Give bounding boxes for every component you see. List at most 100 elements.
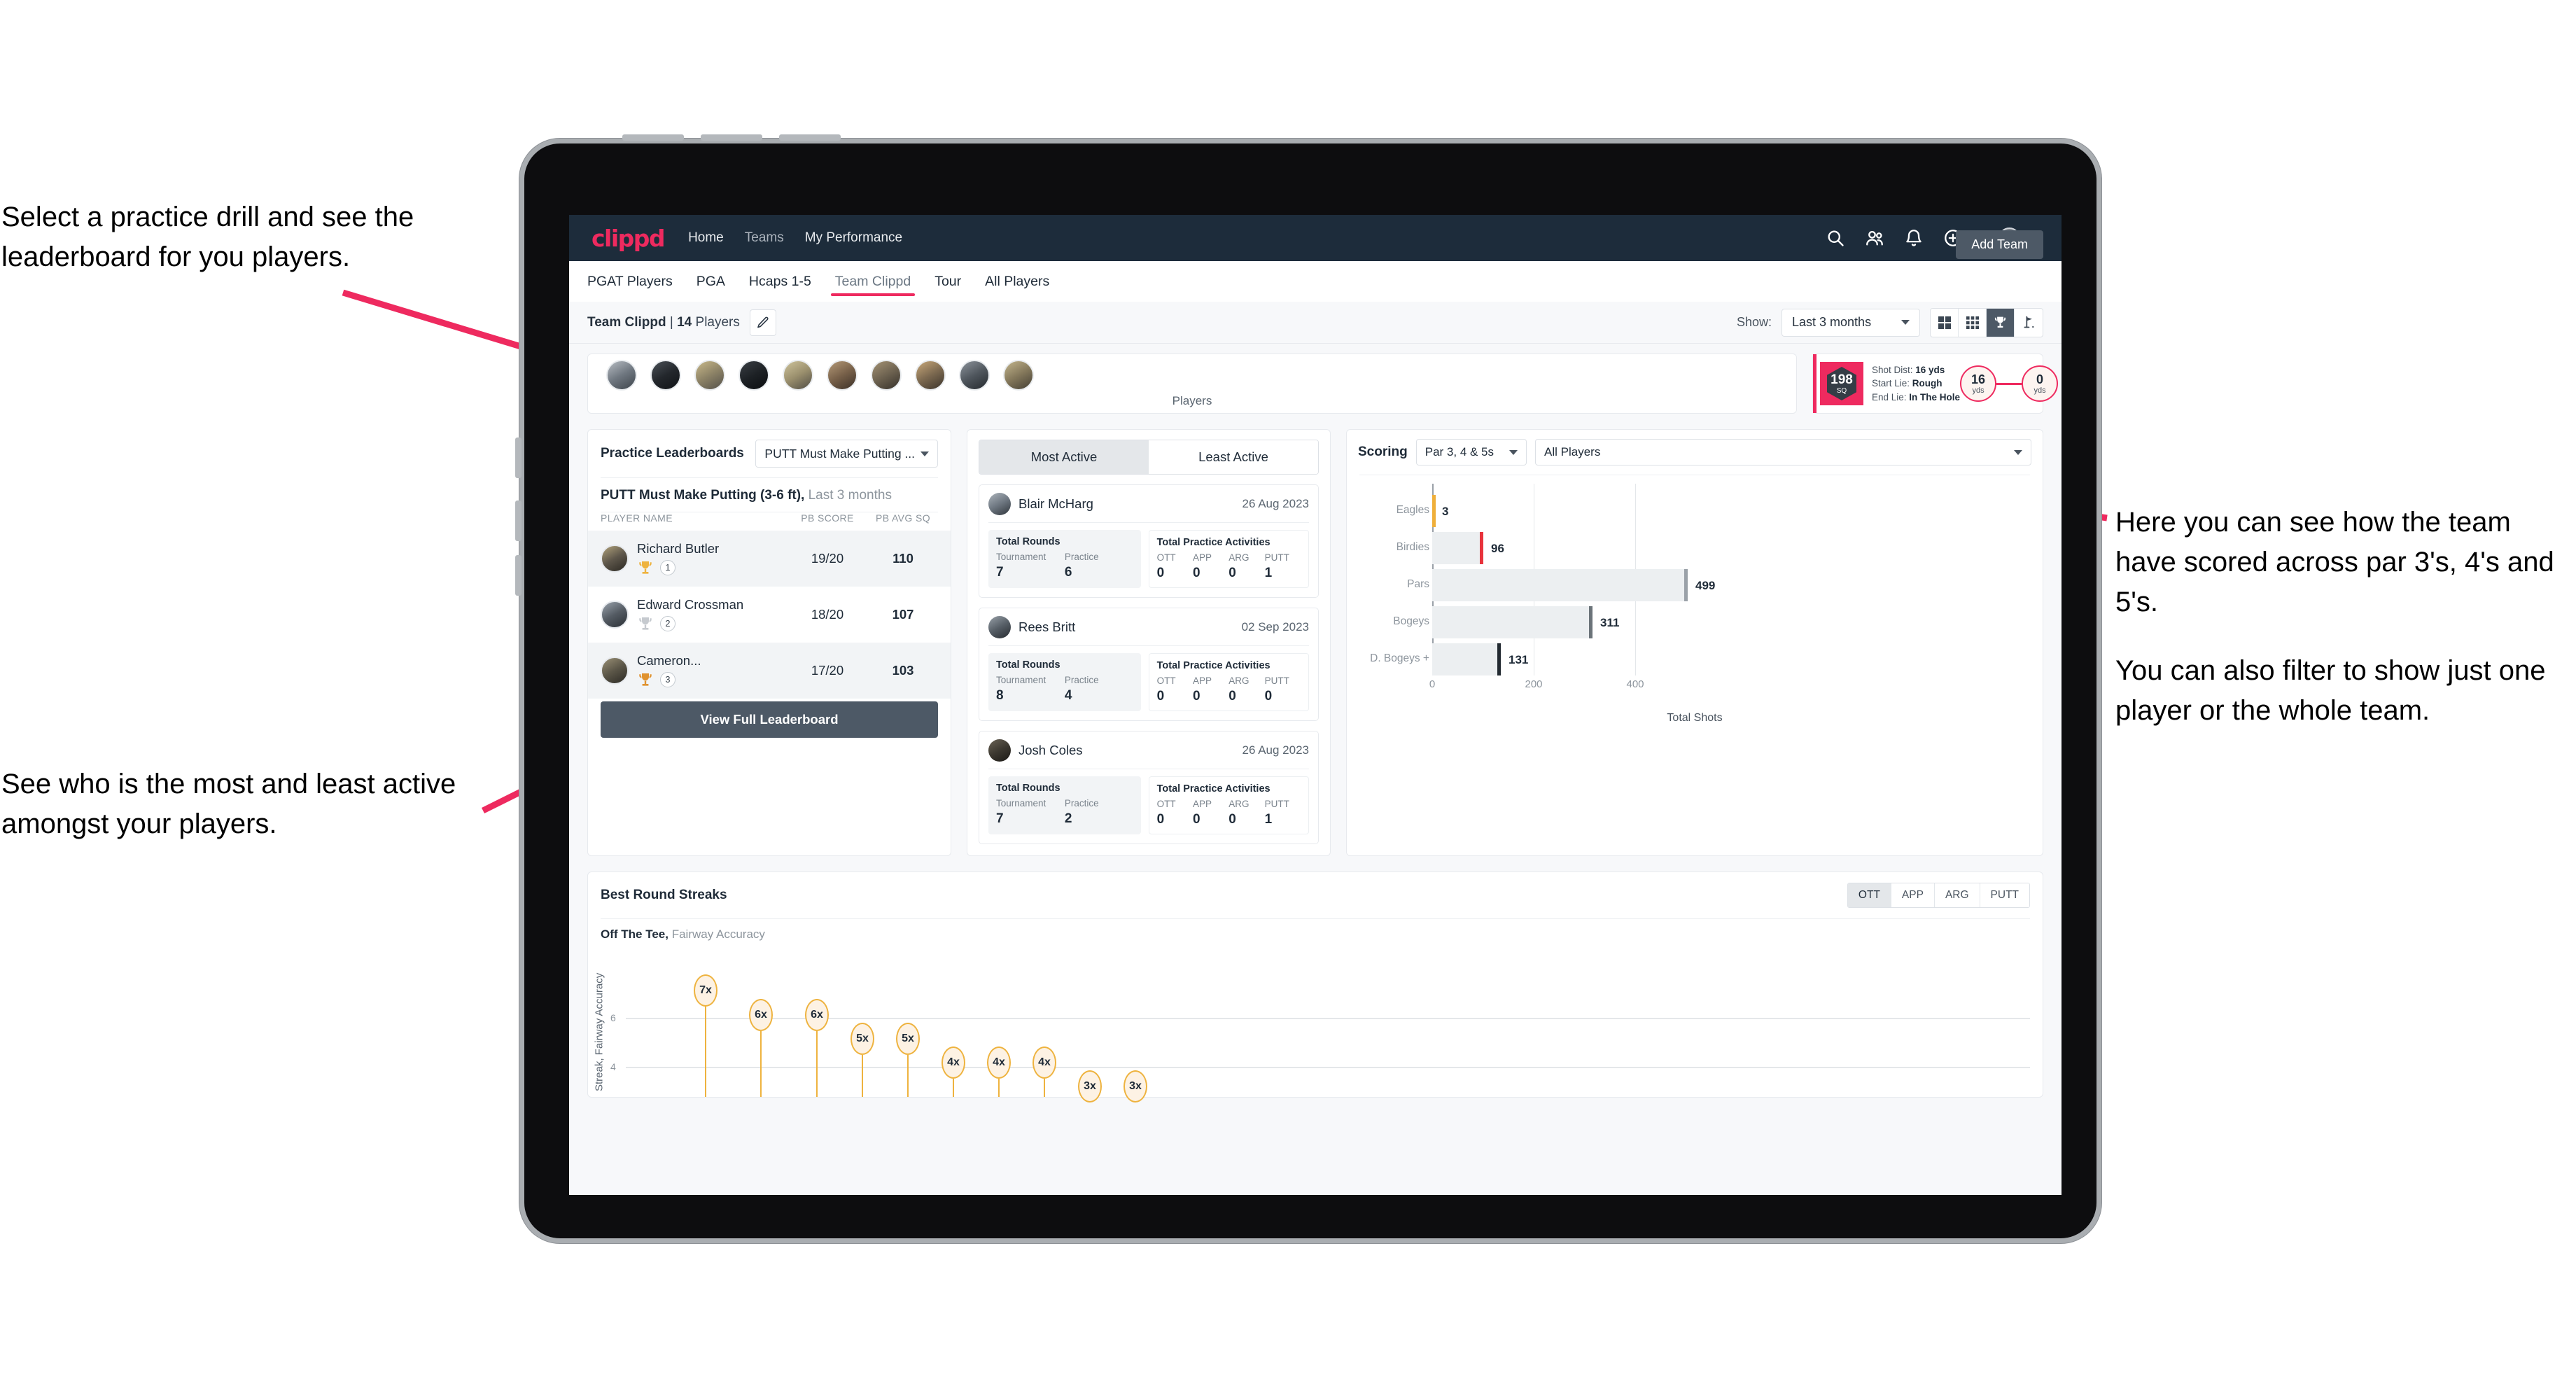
streak-tab-app[interactable]: APP (1891, 883, 1935, 907)
streak-point[interactable]: 3x (1124, 1070, 1147, 1102)
rounds-practice: Practice 4 (1065, 675, 1133, 704)
player-avatar[interactable] (827, 360, 858, 391)
tab-hcaps-1-5[interactable]: Hcaps 1-5 (749, 261, 811, 302)
bar-cap-birdies (1480, 532, 1483, 564)
trophy-icon (637, 559, 654, 576)
clippd-logo[interactable]: clippd (587, 225, 666, 252)
drill-select[interactable]: PUTT Must Make Putting ... (755, 440, 938, 468)
streak-point[interactable]: 6x (749, 999, 773, 1031)
rounds-values: Tournament 8 Practice 4 (996, 675, 1133, 704)
player-badges: 3 (637, 671, 787, 688)
practice-putt-value: 1 (1264, 812, 1273, 827)
view-toggle-group (1930, 307, 2043, 337)
edit-team-button[interactable] (749, 309, 776, 336)
tab-all-players[interactable]: All Players (985, 261, 1049, 302)
app-header: clippd Home Teams My Performance (569, 215, 2062, 261)
player-avatar[interactable] (783, 360, 813, 391)
streak-tab-ott[interactable]: OTT (1847, 883, 1891, 907)
search-icon[interactable] (1826, 228, 1845, 248)
annotation-bottom-left: See who is the most and least active amo… (1, 769, 456, 839)
tab-team-clippd[interactable]: Team Clippd (830, 261, 916, 302)
scoring-header: Scoring Par 3, 4 & 5s All Players (1347, 430, 2043, 475)
practice-values: OTT 0 APP 0 ARG 0 PUTT 1 (1157, 552, 1301, 581)
total-practice-box: Total Practice Activities OTT 0 APP 0 ARG 0… (1148, 776, 1309, 834)
period-select[interactable]: Last 3 months (1782, 308, 1920, 337)
tab-most-active[interactable]: Most Active (979, 440, 1149, 474)
show-label: Show: (1736, 315, 1772, 329)
activity-card[interactable]: Blair McHarg 26 Aug 2023 Total Rounds To… (979, 484, 1319, 598)
rounds-practice-value: 6 (1064, 565, 1072, 580)
team-toolbar: Team Clippd | 14 Players Show: Last 3 mo… (569, 302, 2062, 344)
tab-pgat-players[interactable]: PGAT Players (587, 261, 673, 302)
add-team-button[interactable]: Add Team (1956, 230, 2043, 259)
streak-point[interactable]: 5x (896, 1023, 920, 1055)
table-row[interactable]: Edward Crossman 2 18/20 107 (588, 587, 951, 643)
streak-point[interactable]: 3x (1078, 1070, 1102, 1102)
player-name: Richard Butler (637, 541, 720, 556)
streak-point[interactable]: 7x (694, 974, 718, 1007)
view-grid-large-button[interactable] (1931, 308, 1959, 337)
streak-point[interactable]: 5x (850, 1023, 874, 1055)
player-avatar[interactable] (694, 360, 725, 391)
practice-ott-value: 0 (1156, 689, 1165, 704)
trophy-icon (1993, 315, 2008, 330)
streaks-metric: Off The Tee, (601, 927, 668, 941)
player-avatar[interactable] (959, 360, 990, 391)
total-practice-box: Total Practice Activities OTT 0 APP 0 ARG 0… (1148, 530, 1309, 588)
par-filter-select[interactable]: Par 3, 4 & 5s (1415, 439, 1527, 465)
player-avatar[interactable] (1003, 360, 1034, 391)
end-lie-label: End Lie: (1872, 391, 1910, 402)
practice-ott: OTT 0 (1157, 799, 1193, 827)
view-grid-small-button[interactable] (1959, 308, 1987, 337)
annotation-right-line1: Here you can see how the team have score… (2115, 507, 2554, 617)
end-lie-line: End Lie: In The Hole (1872, 391, 1960, 404)
player-avatar[interactable] (915, 360, 946, 391)
player-filter-select[interactable]: All Players (1535, 439, 2031, 465)
streak-point[interactable]: 6x (805, 999, 829, 1031)
dashboard-content: Players 198 SQ Shot Dist: 16 yds Start L… (569, 344, 2062, 1102)
nav-home[interactable]: Home (688, 230, 724, 246)
leaderboard-player: Edward Crossman 2 (637, 597, 787, 632)
shot-quality-badge: 198 SQ (1820, 362, 1863, 405)
player-avatar[interactable] (871, 360, 902, 391)
streak-point[interactable]: 4x (941, 1046, 965, 1079)
tab-pga[interactable]: PGA (696, 261, 725, 302)
annotation-right: Here you can see how the team have score… (2115, 503, 2570, 731)
bar-value-double-bogeys: 131 (1508, 653, 1529, 666)
activity-card-body: Total Rounds Tournament 7 Practice 6 Total… (988, 530, 1309, 588)
scoring-bar-chart: Eagles 3 Birdies 96 Pars 499 Bogeys 311 … (1359, 484, 2030, 694)
rounds-values: Tournament 7 Practice 2 (996, 798, 1133, 827)
practice-putt-value: 1 (1264, 566, 1273, 580)
streak-point[interactable]: 4x (987, 1046, 1011, 1079)
player-avatar-row (588, 354, 1796, 391)
player-avatar[interactable] (650, 360, 681, 391)
player-avatar[interactable] (738, 360, 769, 391)
player-badges: 1 (637, 559, 787, 576)
practice-putt-label: PUTT (1264, 552, 1289, 563)
people-icon[interactable] (1865, 228, 1884, 248)
streak-tab-arg[interactable]: ARG (1934, 883, 1980, 907)
pb-score-value: 18/20 (811, 607, 844, 622)
nav-my-performance[interactable]: My Performance (805, 230, 902, 246)
view-full-leaderboard-button[interactable]: View Full Leaderboard (601, 701, 938, 738)
rounds-practice-label: Practice (1064, 675, 1099, 685)
nav-teams[interactable]: Teams (745, 230, 784, 246)
table-row[interactable]: Richard Butler 1 19/20 110 (588, 531, 951, 587)
streak-point[interactable]: 4x (1032, 1046, 1056, 1079)
hexagon-badge: 198 SQ (1826, 366, 1858, 401)
end-lie-value: In The Hole (1909, 391, 1961, 402)
view-trophy-button[interactable] (1987, 308, 2015, 337)
bar-cap-eagles (1432, 495, 1436, 527)
view-flag-button[interactable] (2015, 309, 2043, 337)
tab-tour[interactable]: Tour (934, 261, 961, 302)
bar-value-birdies: 96 (1491, 542, 1504, 555)
tab-least-active[interactable]: Least Active (1149, 440, 1318, 474)
table-row[interactable]: Cameron... 3 17/20 103 (588, 643, 951, 699)
leaderboard-header: Practice Leaderboards PUTT Must Make Put… (588, 430, 951, 477)
leaderboard-title: Practice Leaderboards (601, 446, 744, 461)
bell-icon[interactable] (1904, 228, 1924, 248)
streak-tab-putt[interactable]: PUTT (1980, 883, 2029, 907)
player-avatar[interactable] (606, 360, 637, 391)
activity-card[interactable]: Josh Coles 26 Aug 2023 Total Rounds Tour… (979, 731, 1319, 844)
activity-card[interactable]: Rees Britt 02 Sep 2023 Total Rounds Tour… (979, 608, 1319, 721)
